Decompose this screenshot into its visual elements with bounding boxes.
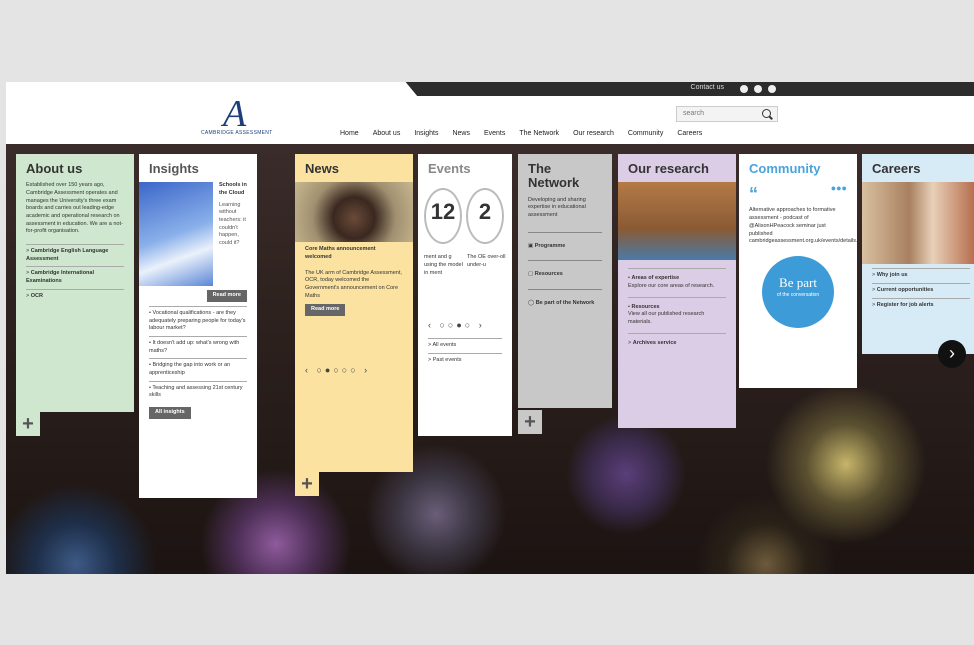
insights-item[interactable]: • Vocational qualifications - are they a… [149, 305, 247, 336]
nav-insights[interactable]: Insights [414, 130, 438, 137]
research-image [618, 182, 736, 261]
research-title[interactable]: Our research [618, 154, 736, 182]
about-link-ocr[interactable]: > OCR [26, 288, 124, 304]
network-body: Developing and sharing expertise in educ… [528, 196, 586, 218]
careers-image [862, 182, 974, 265]
research-card: Our research • Areas of expertise Explore… [618, 154, 736, 428]
research-links: • Areas of expertise Explore our core are… [618, 268, 736, 353]
community-card: Community “ ●●● Alternative approaches t… [739, 154, 861, 388]
network-resources-link[interactable]: ▢ Resources [528, 260, 602, 289]
network-card: The Network Developing and sharing exper… [518, 154, 612, 408]
search-placeholder: search [683, 110, 705, 117]
events-text: ment and g using the model in ment The O… [418, 244, 512, 277]
news-title[interactable]: News [295, 154, 413, 182]
insights-card: Insights Schools in the Cloud Learning w… [139, 154, 257, 498]
register-job-alerts-link[interactable]: > Register for job alerts [872, 297, 970, 313]
about-us-plus-icon[interactable]: + [16, 412, 40, 436]
network-title[interactable]: The Network [518, 154, 612, 197]
news-image [295, 182, 413, 243]
community-body[interactable]: Alternative approaches to formative asse… [739, 207, 861, 245]
event-date-1[interactable]: 12 [424, 188, 462, 245]
community-quote-row: “ ●●● [739, 182, 857, 207]
careers-title[interactable]: Careers [862, 154, 974, 182]
events-links: > All events > Past events [418, 337, 512, 368]
why-join-us-link[interactable]: > Why join us [872, 268, 970, 283]
nav-community[interactable]: Community [628, 130, 663, 137]
nav-events[interactable]: Events [484, 130, 505, 137]
network-programme-link[interactable]: ▣ Programme [528, 231, 602, 261]
nav-about-us[interactable]: About us [373, 130, 401, 137]
news-carousel[interactable]: ‹ ○●○○○ › [295, 358, 413, 383]
current-opportunities-link[interactable]: > Current opportunities [872, 282, 970, 298]
research-expertise-link[interactable]: • Areas of expertise Explore our core are… [628, 268, 726, 296]
next-arrow-button[interactable]: › [938, 340, 966, 368]
top-bar: Contact us [6, 82, 974, 96]
insights-item[interactable]: • Teaching and assessing 21st century sk… [149, 380, 247, 403]
community-title[interactable]: Community [739, 154, 857, 182]
insights-read-more-button[interactable]: Read more [206, 290, 247, 302]
facebook-icon[interactable] [754, 85, 762, 93]
nav-home[interactable]: Home [340, 130, 359, 137]
network-join-link[interactable]: ◯ Be part of the Network [528, 289, 602, 318]
archives-service-link[interactable]: > Archives service [628, 332, 726, 354]
all-insights-button[interactable]: All insights [149, 407, 191, 419]
search-icon[interactable] [762, 109, 771, 118]
past-events-link[interactable]: > Past events [428, 352, 502, 368]
about-link-english[interactable]: > Cambridge English Language Assessment [26, 244, 124, 266]
events-card: Events 12 2 ment and g using the model i… [418, 154, 512, 436]
about-us-body: Established over 150 years ago, Cambridg… [26, 182, 123, 235]
quote-icon: “ [749, 184, 758, 205]
insights-feature: Schools in the Cloud Learning without te… [139, 182, 257, 287]
about-us-links: > Cambridge English Language Assessment … [16, 244, 134, 303]
network-plus-icon[interactable]: + [518, 410, 542, 434]
insights-item[interactable]: • Bridging the gap into work or an appre… [149, 358, 247, 380]
insights-title[interactable]: Insights [139, 154, 257, 182]
logo-text: CAMBRIDGE ASSESSMENT [201, 130, 273, 136]
logo[interactable]: A CAMBRIDGE ASSESSMENT [201, 93, 291, 138]
about-us-card: About us Established over 150 years ago,… [16, 154, 134, 412]
all-events-link[interactable]: > All events [428, 337, 502, 353]
event-date-2[interactable]: 2 [466, 188, 504, 245]
insights-item[interactable]: • It doesn't add up: what's wrong with m… [149, 336, 247, 358]
insights-list: • Vocational qualifications - are they a… [139, 305, 257, 403]
search-input[interactable]: search [676, 106, 778, 122]
event-body-1: ment and g using the model in ment [424, 254, 463, 276]
events-carousel[interactable]: ‹ ○○●○ › [418, 313, 512, 338]
nav-our-research[interactable]: Our research [573, 130, 614, 137]
hero-panel: About us Established over 150 years ago,… [6, 144, 974, 574]
news-body: The UK arm of Cambridge Assessment, OCR,… [305, 269, 402, 299]
careers-card: Careers > Why join us > Current opportun… [862, 154, 974, 354]
insights-feature-body: Learning without teachers: it couldn't h… [219, 201, 246, 247]
top-bar-strip [405, 82, 974, 96]
careers-links: > Why join us > Current opportunities > … [862, 268, 974, 312]
event-body-2: The OE over-oll under-u [467, 254, 506, 268]
news-read-more-button[interactable]: Read more [305, 304, 346, 317]
site-header: A CAMBRIDGE ASSESSMENT search Home About… [6, 93, 974, 144]
main-nav: Home About us Insights News Events The N… [340, 130, 716, 137]
about-us-title[interactable]: About us [16, 154, 134, 182]
news-plus-icon[interactable]: + [295, 472, 319, 496]
about-link-international[interactable]: > Cambridge International Examinations [26, 266, 124, 288]
research-resources-link[interactable]: • Resources View all our published resear… [628, 296, 726, 333]
events-dates: 12 2 [418, 182, 512, 245]
linkedin-icon[interactable] [768, 85, 776, 93]
news-card: News Core Maths announcement welcomed Th… [295, 154, 413, 472]
be-part-of-conversation-button[interactable]: Be part of the conversation [762, 255, 834, 328]
nav-news[interactable]: News [452, 130, 470, 137]
cloud-image [139, 182, 213, 287]
twitter-icon[interactable] [740, 85, 748, 93]
network-links: ▣ Programme ▢ Resources ◯ Be part of the… [518, 231, 612, 318]
contact-us-link[interactable]: Contact us [691, 84, 724, 91]
nav-careers[interactable]: Careers [677, 130, 702, 137]
nav-the-network[interactable]: The Network [519, 130, 559, 137]
website-frame: Contact us A CAMBRIDGE ASSESSMENT search… [6, 82, 974, 574]
social-icons[interactable]: ●●● [831, 182, 847, 207]
news-headline[interactable]: Core Maths announcement welcomed [295, 242, 413, 265]
insights-feature-title[interactable]: Schools in the Cloud [219, 182, 251, 197]
events-title[interactable]: Events [418, 154, 512, 182]
